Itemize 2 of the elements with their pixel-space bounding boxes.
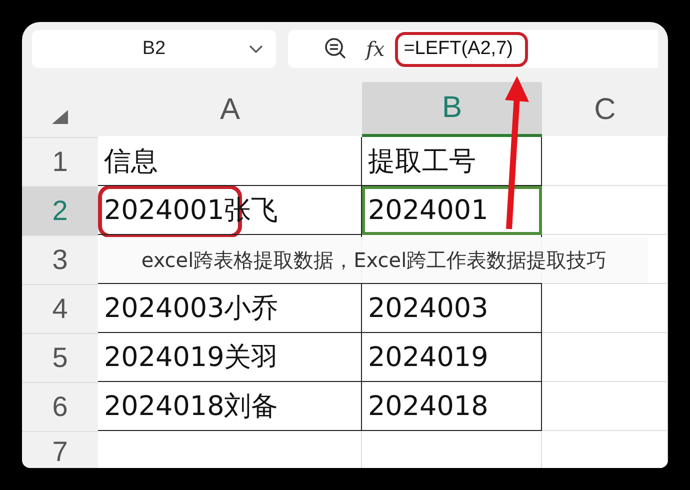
formula-text: =LEFT(A2,7)	[394, 32, 528, 66]
caption-toast: excel跨表格提取数据，Excel跨工作表数据提取技巧	[100, 237, 648, 283]
